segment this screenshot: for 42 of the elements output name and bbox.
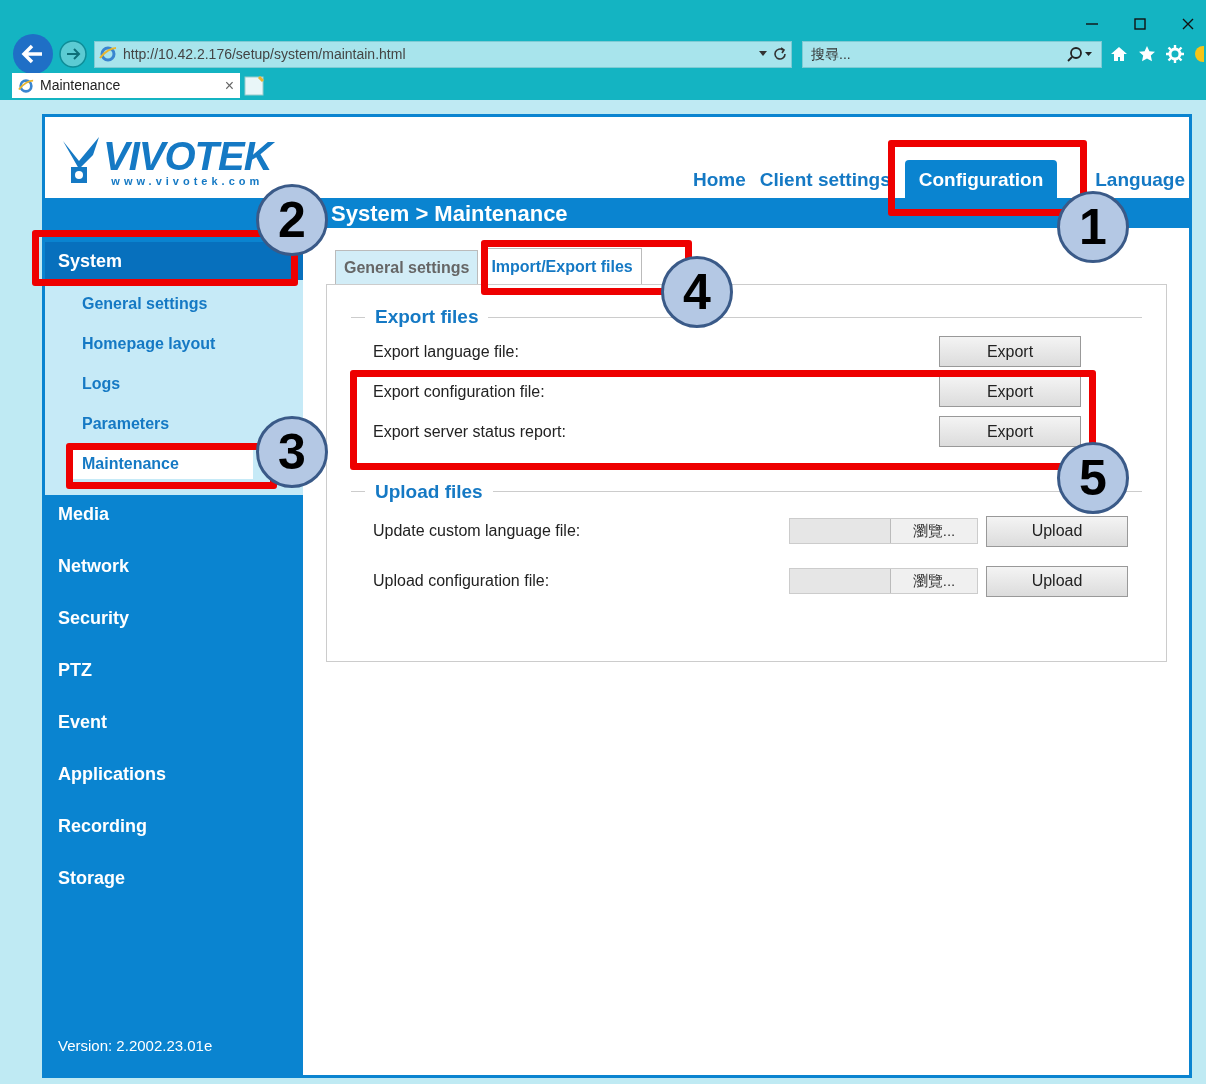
nav-tab[interactable]: Home bbox=[693, 165, 746, 198]
sidebar-item[interactable]: PTZ bbox=[45, 651, 303, 689]
browser-tab[interactable]: Maintenance × bbox=[12, 73, 240, 98]
nav-tab[interactable]: Configuration bbox=[904, 159, 1058, 198]
file-input-field[interactable]: 瀏覽... bbox=[789, 518, 978, 544]
logo-url-text: www.vivotek.com bbox=[111, 174, 264, 187]
field-label: Export language file: bbox=[373, 341, 519, 362]
breadcrumb-text: System > Maintenance bbox=[331, 199, 568, 228]
tab-close-button[interactable]: × bbox=[224, 73, 234, 98]
section-title: Export files bbox=[375, 305, 479, 329]
sidebar-item[interactable]: Media bbox=[45, 495, 303, 533]
sidebar-item[interactable]: Event bbox=[45, 703, 303, 741]
section-title: Upload files bbox=[375, 479, 483, 504]
export-button[interactable]: Export bbox=[939, 416, 1081, 447]
url-text: http://10.42.2.176/setup/system/maintain.html bbox=[123, 44, 407, 64]
field-label: Upload configuration file: bbox=[373, 571, 551, 591]
export-button[interactable]: Export bbox=[939, 336, 1081, 367]
export-button[interactable]: Export bbox=[939, 376, 1081, 407]
file-input-field[interactable]: 瀏覽... bbox=[789, 568, 978, 594]
field-label: Update custom language file: bbox=[373, 521, 582, 541]
search-placeholder: 搜尋... bbox=[811, 44, 852, 64]
nav-tab[interactable]: Client settings bbox=[759, 165, 891, 198]
submenu-item[interactable]: General settings bbox=[73, 288, 253, 319]
sidebar-item[interactable]: Network bbox=[45, 547, 303, 585]
upload-button[interactable]: Upload bbox=[986, 515, 1128, 547]
tab-title: Maintenance bbox=[40, 76, 122, 95]
upload-button[interactable]: Upload bbox=[986, 565, 1128, 597]
submenu-item[interactable]: Homepage layout bbox=[73, 328, 253, 359]
version-text: Version: 2.2002.23.01e bbox=[57, 1035, 214, 1056]
sidebar-item[interactable]: Security bbox=[45, 599, 303, 637]
sidebar-item[interactable]: Recording bbox=[45, 807, 303, 845]
sidebar-item[interactable]: System bbox=[45, 242, 303, 280]
submenu-item[interactable]: Parameters bbox=[73, 408, 253, 439]
tab[interactable]: General settings bbox=[335, 250, 479, 284]
sidebar-item[interactable]: Storage bbox=[45, 859, 303, 897]
submenu-item[interactable]: Logs bbox=[73, 368, 253, 399]
search-field[interactable]: 搜尋... bbox=[802, 40, 1102, 68]
submenu-item[interactable]: Maintenance bbox=[73, 448, 253, 479]
field-label: Export configuration file: bbox=[373, 381, 545, 402]
sidebar-item[interactable]: Applications bbox=[45, 755, 303, 793]
address-bar[interactable]: http://10.42.2.176/setup/system/maintain.html bbox=[94, 40, 792, 68]
field-label: Export server status report: bbox=[373, 421, 566, 442]
